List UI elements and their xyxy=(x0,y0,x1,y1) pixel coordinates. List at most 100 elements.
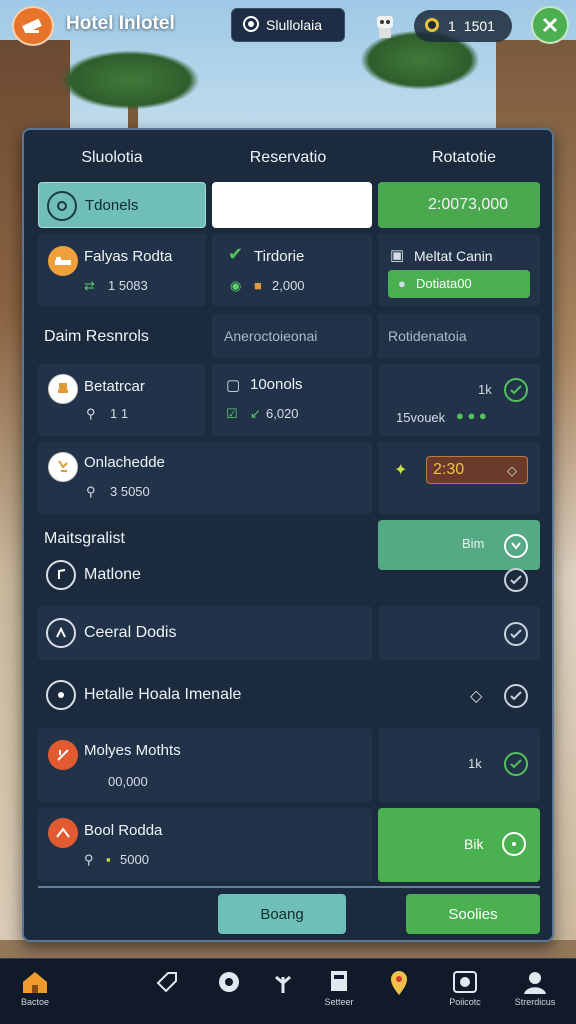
total-value-field[interactable]: 2:0073,000 xyxy=(378,182,540,228)
nav-gallery[interactable]: Poiicotc xyxy=(440,969,490,1019)
check-circle-icon[interactable] xyxy=(504,568,528,592)
room-e-sub: 00,000 xyxy=(108,774,148,789)
room-card-b[interactable]: ✔ Tirdorie ◉ ■ 2,000 xyxy=(212,234,372,306)
egg-icon: ● xyxy=(398,276,406,291)
timer-box[interactable]: 2:30 ◇ xyxy=(426,456,528,484)
nav-map[interactable] xyxy=(374,969,424,1019)
room-f-button[interactable]: Bik xyxy=(378,808,540,882)
item-b-title: 10onols xyxy=(250,376,303,393)
room-a-title: Falyas Rodta xyxy=(84,248,173,265)
divider xyxy=(38,886,540,888)
check-circle-icon[interactable] xyxy=(504,684,528,708)
services-button[interactable]: Soolies xyxy=(406,894,540,934)
booking-button[interactable]: Boang xyxy=(218,894,346,934)
app-title: Hotel Inlotel xyxy=(66,13,175,34)
nav-plants[interactable] xyxy=(258,969,308,1019)
room-f-button-label: Bik xyxy=(464,836,484,852)
tab-rotation[interactable]: Rotatotie xyxy=(376,130,552,184)
arrow-icon: ↙ xyxy=(250,406,261,421)
list-item-title: Hetalle Hoala Imenale xyxy=(84,686,242,703)
tab-reservation[interactable]: Reservatio xyxy=(200,130,376,184)
location-pill[interactable]: Slullolaia xyxy=(231,8,345,42)
section-right-field[interactable]: Rotidenatoia xyxy=(378,314,540,358)
location-label: Slullolaia xyxy=(266,17,323,33)
ticket-icon: ⇄ xyxy=(84,278,95,293)
close-button[interactable] xyxy=(531,6,569,44)
room-card-c[interactable]: ▣ Meltat Canin ● Dotiata00 xyxy=(378,234,540,306)
check-circle-icon[interactable] xyxy=(504,378,528,402)
reservation-panel: Sluolotia Reservatio Rotatotie Tdonels 2… xyxy=(22,128,554,942)
top-bar: Hotel Inlotel Slullolaia 1 1501 xyxy=(0,0,576,50)
room-c-title: Meltat Canin xyxy=(414,248,493,264)
profile-icon xyxy=(524,972,546,994)
sparkle-icon xyxy=(46,618,76,648)
total-value: 2:0073,000 xyxy=(428,196,509,213)
filter-teal-label: Tdonels xyxy=(85,197,139,214)
room-card-e[interactable]: Molyes Mothts 00,000 xyxy=(38,728,372,802)
coin-icon: ◉ xyxy=(230,278,242,293)
spa-icon xyxy=(46,680,76,710)
diamond-icon: ◇ xyxy=(470,688,483,705)
room-a-sub: 1 5083 xyxy=(108,278,148,293)
checkbox-icon: ☑ xyxy=(226,406,238,421)
filter-teal-option[interactable]: Tdonels xyxy=(38,182,206,228)
door-icon xyxy=(331,971,347,991)
room-card-f[interactable]: Bool Rodda ⚲ ▪ 5000 xyxy=(38,808,372,882)
nav-profile[interactable]: Strerdicus xyxy=(510,969,560,1019)
list-item-title: Matlone xyxy=(84,566,141,583)
check-icon: ✔ xyxy=(228,244,244,264)
room-c-button[interactable]: ● Dotiata00 xyxy=(388,270,530,298)
item-c-sub: 15vouek xyxy=(396,410,446,425)
room-e-right: 1k xyxy=(468,756,482,771)
gift-icon: ⚲ xyxy=(86,484,96,499)
nav-settings[interactable]: Setteer xyxy=(314,969,364,1019)
hotel-logo-icon[interactable] xyxy=(12,6,54,46)
item-a-sub: 1 1 xyxy=(110,406,129,421)
section-right-label: Rotidenatoia xyxy=(388,328,467,344)
room-f-title: Bool Rodda xyxy=(84,822,163,839)
room-b-sub: 2,000 xyxy=(272,278,305,293)
plant-icon xyxy=(275,975,291,993)
palm-leaves xyxy=(60,50,200,110)
gift-icon: ⚲ xyxy=(84,852,94,867)
service-icon xyxy=(219,972,239,992)
list-item-check-cell[interactable] xyxy=(378,606,540,660)
settings-icon xyxy=(47,191,77,221)
receipt-icon: ▢ xyxy=(226,377,241,394)
item-d-sub: 3 5050 xyxy=(110,484,150,499)
check-circle-icon[interactable] xyxy=(504,752,528,776)
bottom-navigation: Bactoe Setteer Poiicotc Strerdicus xyxy=(0,958,576,1024)
section2-button[interactable]: Bim xyxy=(378,520,540,570)
currency-display[interactable]: 1 1501 xyxy=(414,10,512,42)
globe-icon xyxy=(242,15,260,36)
dining-icon xyxy=(48,740,78,770)
robot-icon[interactable] xyxy=(372,12,398,40)
music-note-icon xyxy=(46,560,76,590)
item-card-a[interactable]: Betatrcar ⚲ 1 1 xyxy=(38,364,206,436)
tab-overview[interactable]: Sluolotia xyxy=(24,130,200,184)
nav-tags[interactable] xyxy=(142,969,192,1019)
nav-home[interactable]: Bactoe xyxy=(10,969,60,1019)
nav-service[interactable] xyxy=(204,969,254,1019)
timer-card[interactable]: ✦ 2:30 ◇ xyxy=(378,442,540,514)
item-card-d[interactable]: Onlachedde ⚲ 3 5050 xyxy=(38,442,372,514)
item-card-c[interactable]: 1k 15vouek ● ● ● xyxy=(378,364,540,436)
check-circle-icon[interactable] xyxy=(504,622,528,646)
item-card-b[interactable]: ▢ 10onols ☑ ↙ 6,020 xyxy=(212,364,372,436)
blank-input-field[interactable] xyxy=(212,182,372,228)
nav-profile-label: Strerdicus xyxy=(514,997,556,1007)
coin-icon xyxy=(424,17,440,36)
item-b-sub: 6,020 xyxy=(266,406,299,421)
room-f-sub: 5000 xyxy=(120,852,149,867)
timer-value: 2:30 xyxy=(433,461,465,478)
list-item[interactable]: Ceeral Dodis xyxy=(38,606,372,660)
room-card-a[interactable]: Falyas Rodta ⇄ 1 5083 xyxy=(38,234,206,306)
room-e-check-cell[interactable]: 1k xyxy=(378,728,540,802)
section-mid-field[interactable]: Aneroctoieonai xyxy=(212,314,372,358)
section2-button-label: Bim xyxy=(462,536,485,551)
coin-amount: 1501 xyxy=(463,18,495,34)
bed-icon xyxy=(48,246,78,276)
item-c-small: 1k xyxy=(478,382,492,397)
coin-amount-small: 1 xyxy=(448,18,456,34)
room-b-title: Tirdorie xyxy=(254,248,305,265)
